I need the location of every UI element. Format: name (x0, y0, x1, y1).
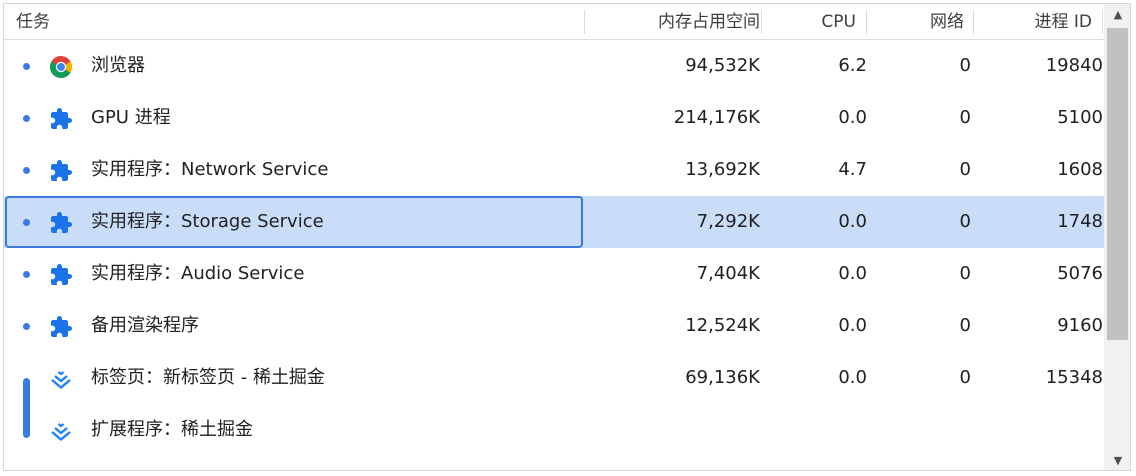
memory-value: 7,404K (696, 263, 760, 284)
memory-value: 7,292K (696, 211, 760, 232)
column-header-task[interactable]: 任务 (16, 4, 50, 40)
table-row[interactable]: 标签页：新标签页 - 稀土掘金 69,136K 0.0 0 15348 (4, 352, 1104, 404)
juejin-icon (49, 367, 73, 391)
scrollbar-thumb[interactable] (1107, 28, 1128, 340)
memory-value: 214,176K (673, 107, 760, 128)
scroll-down-arrow-icon[interactable]: ▼ (1104, 452, 1130, 470)
table-row[interactable]: 实用程序：Network Service 13,692K 4.7 0 1608 (4, 144, 1104, 196)
memory-value: 69,136K (685, 367, 760, 388)
process-indicator-dot (23, 63, 30, 70)
network-value: 0 (959, 107, 971, 128)
pid-value: 15348 (1045, 367, 1103, 388)
process-list: 浏览器 94,532K 6.2 0 19840 GPU 进程 214,176K … (4, 40, 1104, 470)
table-row[interactable]: 扩展程序：稀土掘金 (4, 404, 1104, 456)
network-value: 0 (959, 263, 971, 284)
process-indicator-dot (23, 323, 30, 330)
network-value: 0 (959, 367, 971, 388)
column-header-cpu[interactable]: CPU (762, 4, 856, 40)
chrome-icon (49, 55, 73, 79)
memory-value: 94,532K (685, 55, 760, 76)
memory-value: 12,524K (685, 315, 760, 336)
process-indicator-dot (23, 167, 30, 174)
cpu-value: 0.0 (838, 211, 867, 232)
pid-value: 5076 (1057, 263, 1103, 284)
cpu-value: 6.2 (838, 55, 867, 76)
table-row-selected[interactable]: 实用程序：Storage Service 7,292K 0.0 0 1748 (4, 196, 1104, 248)
cpu-value: 0.0 (838, 315, 867, 336)
task-manager-window: 任务 内存占用空间 CPU 网络 进程 ID 浏览器 94,532K 6.2 0… (3, 3, 1131, 471)
scroll-up-arrow-icon[interactable]: ▲ (1104, 6, 1130, 24)
process-name: 备用渲染程序 (91, 315, 199, 336)
network-value: 0 (959, 211, 971, 232)
pid-value: 19840 (1045, 55, 1103, 76)
cpu-value: 0.0 (838, 367, 867, 388)
network-value: 0 (959, 315, 971, 336)
pid-value: 1608 (1057, 159, 1103, 180)
column-divider[interactable] (1102, 10, 1103, 34)
memory-value: 13,692K (685, 159, 760, 180)
process-name: GPU 进程 (91, 107, 171, 128)
vertical-scrollbar[interactable]: ▲ ▼ (1104, 4, 1130, 470)
process-name: 标签页：新标签页 - 稀土掘金 (91, 367, 325, 388)
column-header-pid[interactable]: 进程 ID (974, 4, 1092, 40)
table-row[interactable]: 浏览器 94,532K 6.2 0 19840 (4, 40, 1104, 92)
pid-value: 9160 (1057, 315, 1103, 336)
network-value: 0 (959, 159, 971, 180)
process-indicator-dot (23, 219, 30, 226)
puzzle-icon (49, 159, 73, 183)
cpu-value: 0.0 (838, 107, 867, 128)
table-row[interactable]: 实用程序：Audio Service 7,404K 0.0 0 5076 (4, 248, 1104, 300)
process-name: 实用程序：Network Service (91, 159, 329, 180)
process-name: 浏览器 (91, 55, 145, 76)
puzzle-icon (49, 263, 73, 287)
juejin-icon (49, 419, 73, 443)
table-header: 任务 内存占用空间 CPU 网络 进程 ID (4, 4, 1104, 40)
pid-value: 5100 (1057, 107, 1103, 128)
pid-value: 1748 (1057, 211, 1103, 232)
puzzle-icon (49, 211, 73, 235)
table-row[interactable]: GPU 进程 214,176K 0.0 0 5100 (4, 92, 1104, 144)
cpu-value: 0.0 (838, 263, 867, 284)
process-indicator-dot (23, 271, 30, 278)
column-header-memory[interactable]: 内存占用空间 (584, 4, 760, 40)
cpu-value: 4.7 (838, 159, 867, 180)
process-name: 实用程序：Storage Service (91, 211, 324, 232)
process-name: 扩展程序：稀土掘金 (91, 419, 253, 440)
table-row[interactable]: 备用渲染程序 12,524K 0.0 0 9160 (4, 300, 1104, 352)
process-indicator-dot (23, 115, 30, 122)
puzzle-icon (49, 315, 73, 339)
network-value: 0 (959, 55, 971, 76)
puzzle-icon (49, 107, 73, 131)
column-header-network[interactable]: 网络 (866, 4, 964, 40)
process-name: 实用程序：Audio Service (91, 263, 305, 284)
